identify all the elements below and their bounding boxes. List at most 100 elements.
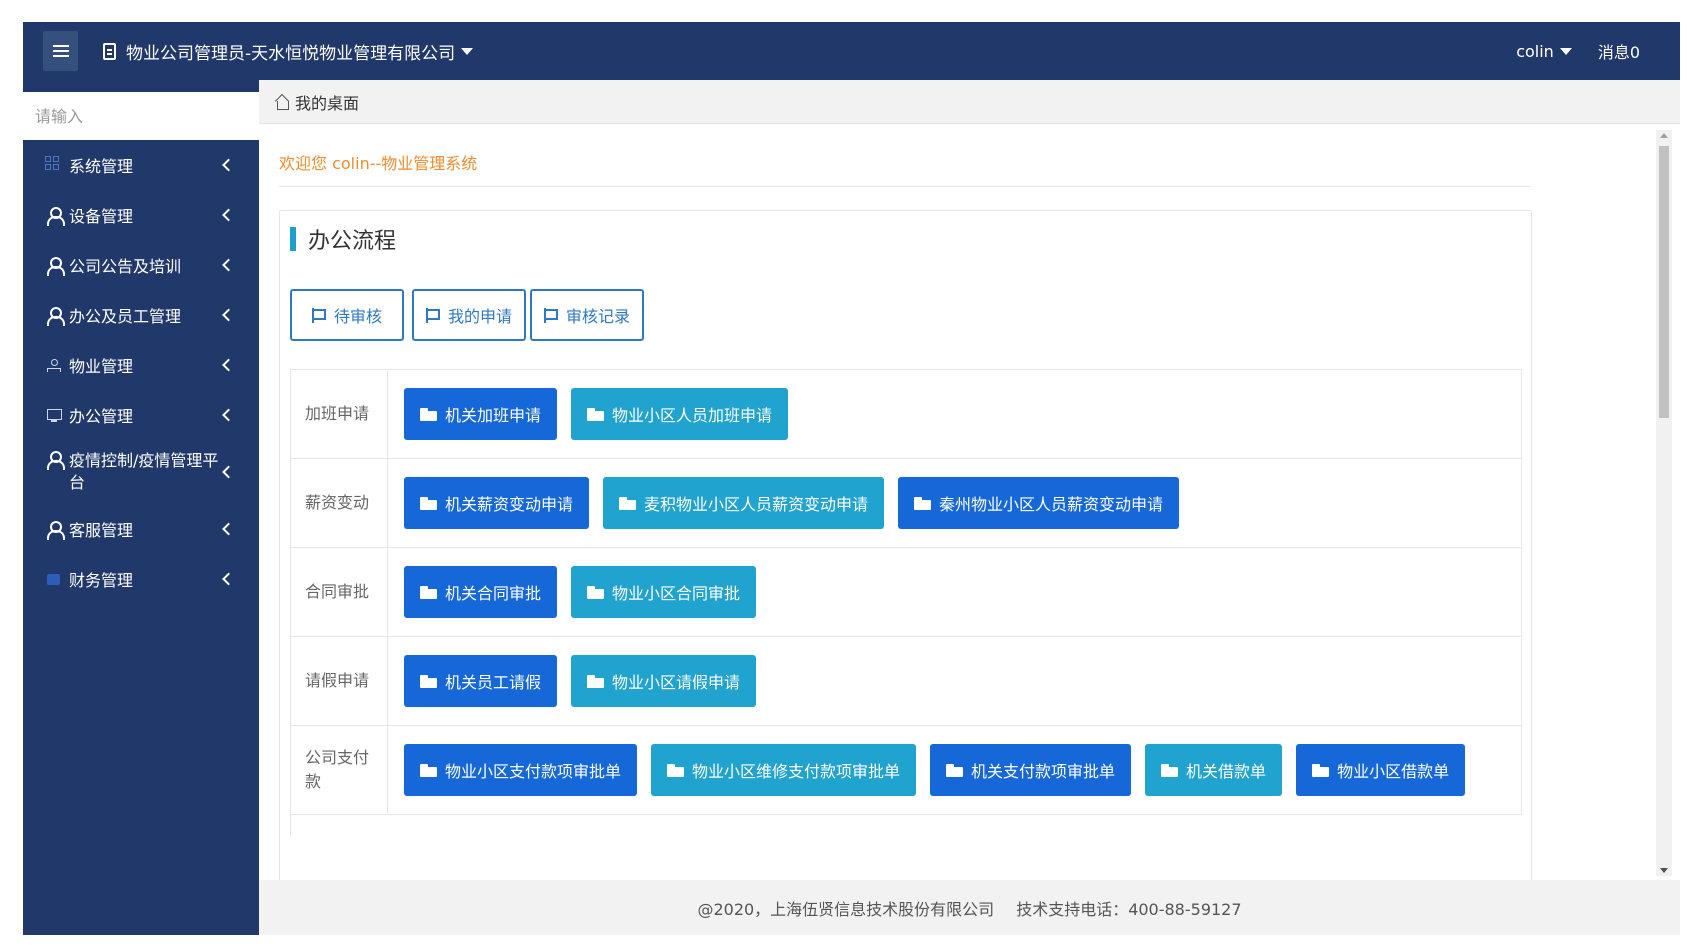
messages-link[interactable]: 消息0	[1598, 39, 1640, 63]
scroll-up-arrow-icon[interactable]	[1660, 133, 1668, 138]
chevron-left-icon	[222, 308, 235, 322]
folder-icon	[667, 763, 685, 777]
sidebar-item-property[interactable]: 物业管理	[23, 340, 259, 390]
chevron-left-icon	[222, 158, 235, 172]
sidebar-item-label: 办公及员工管理	[69, 307, 182, 326]
flow-button[interactable]: 机关加班申请	[404, 388, 558, 440]
panel-title: 办公流程	[290, 225, 397, 254]
company-selector[interactable]: 物业公司管理员-天水恒悦物业管理有限公司	[103, 37, 474, 65]
user-menu[interactable]: colin	[1516, 42, 1572, 61]
folder-icon	[587, 585, 605, 599]
sidebar-item-label: 设备管理	[69, 207, 134, 226]
sidebar-item-staff[interactable]: 办公及员工管理	[23, 290, 259, 340]
flow-button[interactable]: 物业小区人员加班申请	[571, 388, 789, 440]
flow-button[interactable]: 物业小区维修支付款项审批单	[651, 744, 917, 796]
flow-button[interactable]: 秦州物业小区人员薪资变动申请	[898, 477, 1180, 529]
tab-label: 待审核	[333, 307, 382, 326]
folder-icon	[420, 496, 437, 510]
table-row: 公司支付款 物业小区支付款项审批单 物业小区维修支付款项审批单 机关支付款项审批…	[290, 726, 1522, 815]
tab-my-applications[interactable]: 我的申请	[412, 289, 526, 341]
panel-title-text: 办公流程	[308, 229, 397, 254]
tab-pending-review[interactable]: 待审核	[290, 289, 404, 341]
chevron-left-icon	[222, 258, 235, 272]
document-icon	[103, 42, 116, 60]
sidebar-item-office[interactable]: 办公管理	[23, 390, 259, 440]
table-row: 请假申请 机关员工请假 物业小区请假申请	[290, 637, 1522, 726]
folder-icon	[946, 763, 964, 777]
tab-review-records[interactable]: 审核记录	[530, 289, 644, 341]
flow-button[interactable]: 物业小区借款单	[1296, 744, 1466, 796]
sidebar-item-announcements[interactable]: 公司公告及培训	[23, 240, 259, 290]
content-scrollbar[interactable]	[1656, 130, 1672, 876]
breadcrumb-desktop[interactable]: 我的桌面	[295, 90, 359, 114]
flow-button-label: 物业小区支付款项审批单	[445, 762, 622, 781]
welcome-text: 欢迎您 colin--物业管理系统	[279, 154, 478, 173]
sidebar-item-finance[interactable]: 财务管理	[23, 554, 259, 604]
folder-icon	[587, 407, 605, 421]
flow-button[interactable]: 物业小区请假申请	[571, 655, 757, 707]
sidebar-nav: 系统管理 设备管理 公司公告及培训 办公及员工管理 物业管理 办公管理 疫情控制…	[23, 140, 259, 604]
sidebar-item-equipment[interactable]: 设备管理	[23, 190, 259, 240]
flow-button[interactable]: 物业小区支付款项审批单	[404, 744, 638, 796]
scroll-down-arrow-icon[interactable]	[1660, 868, 1668, 873]
flow-button-label: 物业小区请假申请	[612, 673, 741, 692]
folder-icon	[587, 674, 605, 688]
flow-button[interactable]: 机关合同审批	[404, 566, 558, 618]
folder-icon	[1312, 763, 1330, 777]
flag-icon	[311, 307, 326, 323]
user-name: colin	[1516, 41, 1554, 61]
flag-icon	[425, 307, 440, 323]
sidebar-item-label: 办公管理	[69, 407, 134, 426]
user-icon	[45, 450, 65, 470]
row-label: 薪资变动	[290, 459, 388, 547]
chevron-left-icon	[222, 208, 235, 222]
table-row-partial	[290, 815, 1522, 835]
footer: @2020，上海伍贤信息技术股份有限公司 技术支持电话：400-88-59127	[259, 880, 1680, 935]
flow-button[interactable]: 物业小区合同审批	[571, 566, 757, 618]
top-bar: 物业公司管理员-天水恒悦物业管理有限公司 colin 消息0	[23, 22, 1680, 80]
flow-button[interactable]: 机关员工请假	[404, 655, 558, 707]
menu-toggle-button[interactable]	[43, 31, 78, 71]
breadcrumb: 我的桌面	[259, 80, 1680, 124]
chevron-left-icon	[222, 408, 235, 422]
sidebar-item-label: 客服管理	[69, 521, 134, 540]
flow-button-label: 麦积物业小区人员薪资变动申请	[644, 495, 869, 514]
app-window: 物业公司管理员-天水恒悦物业管理有限公司 colin 消息0 系统管理 设备管理	[23, 22, 1680, 935]
row-label: 公司支付款	[290, 726, 388, 814]
flow-button[interactable]: 机关支付款项审批单	[930, 744, 1132, 796]
screen-icon	[45, 406, 63, 424]
folder-icon	[420, 674, 437, 688]
sidebar-item-customer-service[interactable]: 客服管理	[23, 504, 259, 554]
flow-button-label: 机关合同审批	[445, 584, 542, 603]
content-frame: 欢迎您 colin--物业管理系统 办公流程 待审核 我的申请 审核记录 加班申…	[259, 124, 1680, 880]
caret-down-icon	[1559, 47, 1572, 55]
scroll-thumb[interactable]	[1659, 146, 1669, 418]
sidebar-item-epidemic[interactable]: 疫情控制/疫情管理平台	[23, 440, 259, 504]
flow-button-label: 物业小区借款单	[1337, 762, 1450, 781]
flow-button[interactable]: 机关借款单	[1145, 744, 1283, 796]
flow-button-label: 机关加班申请	[445, 406, 542, 425]
folder-icon	[420, 763, 437, 777]
sidebar-item-system[interactable]: 系统管理	[23, 140, 259, 190]
footer-support-phone: 技术支持电话：400-88-59127	[1016, 899, 1242, 919]
folder-icon	[619, 496, 637, 510]
flow-button-label: 机关借款单	[1186, 762, 1267, 781]
tab-label: 我的申请	[447, 307, 512, 326]
flow-button[interactable]: 麦积物业小区人员薪资变动申请	[603, 477, 885, 529]
sidebar-search-input[interactable]	[23, 92, 259, 140]
row-buttons: 机关薪资变动申请 麦积物业小区人员薪资变动申请 秦州物业小区人员薪资变动申请	[388, 459, 1522, 547]
user-icon	[45, 520, 65, 540]
sidebar: 系统管理 设备管理 公司公告及培训 办公及员工管理 物业管理	[23, 80, 259, 935]
flow-button-label: 机关员工请假	[445, 673, 542, 692]
flow-tabs: 待审核 我的申请 审核记录	[290, 289, 652, 341]
folder-icon	[420, 585, 437, 599]
table-row: 合同审批 机关合同审批 物业小区合同审批	[290, 548, 1522, 637]
sidebar-item-label: 公司公告及培训	[69, 257, 182, 276]
table-row: 加班申请 机关加班申请 物业小区人员加班申请	[290, 370, 1522, 459]
flow-button[interactable]: 机关薪资变动申请	[404, 477, 590, 529]
user-icon	[45, 206, 65, 226]
footer-copyright: @2020，上海伍贤信息技术股份有限公司	[697, 899, 995, 919]
wallet-icon	[45, 570, 63, 588]
flow-button-label: 物业小区人员加班申请	[612, 406, 773, 425]
table-row: 薪资变动 机关薪资变动申请 麦积物业小区人员薪资变动申请 秦州物业小区人员薪资变…	[290, 459, 1522, 548]
